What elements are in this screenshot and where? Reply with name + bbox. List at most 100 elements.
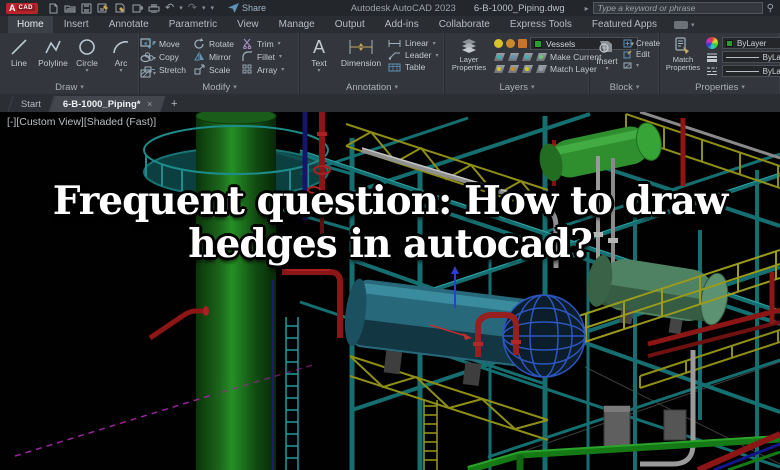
tab-express-tools[interactable]: Express Tools bbox=[501, 16, 581, 33]
layer-tool-icon[interactable] bbox=[536, 53, 547, 61]
layer-tool-icon[interactable] bbox=[494, 65, 505, 73]
layer-tool-icon[interactable] bbox=[522, 53, 533, 61]
mirror-button[interactable]: Mirror bbox=[194, 51, 234, 62]
layer-lock-icon[interactable] bbox=[518, 39, 527, 48]
search-icon[interactable]: ⚲ bbox=[767, 3, 774, 14]
search-input[interactable] bbox=[592, 2, 763, 14]
new-file-icon[interactable] bbox=[48, 3, 59, 14]
panel-properties: Match Properties ByLayer ByLa ByLa Prope… bbox=[660, 33, 780, 94]
scale-button[interactable]: Scale bbox=[194, 64, 234, 75]
linear-button[interactable]: Linear ▾ bbox=[388, 38, 438, 48]
share-button[interactable]: Share bbox=[227, 3, 266, 13]
export-icon[interactable] bbox=[131, 3, 143, 14]
panel-label-annotation[interactable]: Annotation ▾ bbox=[300, 80, 444, 94]
tab-active-drawing[interactable]: 6-B-1000_Piping* × bbox=[49, 96, 166, 112]
circle-button[interactable]: Circle ▾ bbox=[72, 36, 102, 80]
layer-tool-icon[interactable] bbox=[536, 65, 547, 73]
dimension-button[interactable]: Dimension bbox=[338, 36, 384, 80]
close-tab-icon[interactable]: × bbox=[147, 99, 152, 109]
tab-view[interactable]: View bbox=[228, 16, 268, 33]
autocad-logo[interactable]: A CAD bbox=[6, 2, 38, 14]
trim-icon bbox=[243, 38, 252, 49]
edit-block-button[interactable]: Edit bbox=[623, 50, 660, 59]
qat-customize-icon[interactable]: ▾ bbox=[210, 4, 214, 12]
open-icon[interactable] bbox=[64, 3, 76, 14]
piping-3d-model[interactable] bbox=[0, 112, 780, 470]
ribbon-display-toggle[interactable]: ▾ bbox=[673, 16, 694, 33]
block-attributes-icon bbox=[623, 62, 632, 69]
layers-label: Layers bbox=[499, 81, 528, 93]
search-advance-icon[interactable]: ▸ bbox=[585, 4, 589, 13]
text-label: Text bbox=[311, 58, 327, 68]
lineweight-dropdown[interactable]: ByLayer bbox=[722, 51, 780, 63]
layer-tool-icon[interactable] bbox=[522, 65, 533, 73]
create-block-button[interactable]: Create bbox=[623, 39, 660, 48]
viewport-view-control[interactable]: [Custom View] bbox=[16, 116, 84, 128]
save-icon[interactable] bbox=[81, 3, 92, 14]
fillet-button[interactable]: Fillet ▾ bbox=[242, 51, 284, 62]
properties-panel-caret-icon: ▾ bbox=[741, 84, 745, 91]
save-as-icon[interactable] bbox=[97, 3, 109, 14]
window-title: Autodesk AutoCAD 2023 6-B-1000_Piping.dw… bbox=[351, 3, 565, 14]
tab-annotate[interactable]: Annotate bbox=[100, 16, 158, 33]
line-button[interactable]: Line bbox=[4, 36, 34, 80]
leader-label: Leader bbox=[405, 50, 432, 60]
print-icon[interactable] bbox=[148, 3, 160, 14]
linetype-icon[interactable] bbox=[706, 66, 718, 76]
lineweight-icon[interactable] bbox=[706, 52, 718, 62]
redo-icon[interactable]: ↷ bbox=[188, 3, 197, 14]
tab-home[interactable]: Home bbox=[8, 16, 53, 33]
panel-label-block[interactable]: Block ▾ bbox=[590, 80, 659, 94]
tab-output[interactable]: Output bbox=[326, 16, 374, 33]
panel-label-properties[interactable]: Properties ▾ bbox=[660, 80, 780, 94]
color-wheel-icon[interactable] bbox=[706, 37, 718, 49]
redo-caret-icon[interactable]: ▾ bbox=[202, 4, 206, 12]
undo-caret-icon[interactable]: ▾ bbox=[179, 4, 183, 12]
arc-button[interactable]: Arc ▾ bbox=[106, 36, 136, 80]
text-button[interactable]: A Text ▾ bbox=[304, 36, 334, 80]
insert-button[interactable]: Insert ▾ bbox=[594, 36, 620, 80]
object-color-dropdown[interactable]: ByLayer bbox=[722, 37, 780, 49]
polyline-button[interactable]: Polyline bbox=[38, 36, 68, 80]
tab-add-ins[interactable]: Add-ins bbox=[376, 16, 428, 33]
draw-panel-caret-icon: ▾ bbox=[80, 84, 84, 91]
linetype-dropdown[interactable]: ByLayer bbox=[722, 65, 780, 77]
quick-access-toolbar: ↶ ▾ ↷ ▾ ▾ bbox=[48, 3, 214, 14]
tab-parametric[interactable]: Parametric bbox=[160, 16, 226, 33]
viewport-menu-control[interactable]: [-] bbox=[7, 116, 16, 128]
undo-icon[interactable]: ↶ bbox=[165, 3, 174, 14]
tab-manage[interactable]: Manage bbox=[270, 16, 324, 33]
copy-icon bbox=[144, 52, 154, 61]
layer-freeze-icon[interactable] bbox=[506, 39, 515, 48]
table-button[interactable]: Table bbox=[388, 62, 438, 72]
panel-label-modify[interactable]: Modify ▾ bbox=[140, 80, 299, 94]
panel-draw: Line Polyline Circle ▾ Arc ▾ ▾ ▾ ▾ Draw … bbox=[0, 33, 156, 94]
tab-start[interactable]: Start bbox=[7, 96, 55, 112]
trim-button[interactable]: Trim ▾ bbox=[242, 38, 284, 49]
rotate-button[interactable]: Rotate bbox=[194, 38, 234, 49]
move-button[interactable]: Move bbox=[144, 38, 186, 49]
tab-featured-apps[interactable]: Featured Apps bbox=[583, 16, 666, 33]
leader-button[interactable]: Leader ▾ bbox=[388, 50, 438, 60]
tab-collaborate[interactable]: Collaborate bbox=[430, 16, 499, 33]
match-properties-button[interactable]: Match Properties bbox=[664, 36, 702, 80]
layer-properties-button[interactable]: Layer Properties bbox=[449, 36, 489, 80]
new-drawing-tab-button[interactable]: + bbox=[163, 96, 185, 112]
block-attributes-button[interactable]: ▾ bbox=[623, 61, 660, 70]
copy-button[interactable]: Copy bbox=[144, 51, 186, 62]
array-button[interactable]: Array ▾ bbox=[242, 64, 284, 75]
layer-tool-icon[interactable] bbox=[508, 53, 519, 61]
insert-icon bbox=[599, 41, 612, 53]
file-tab-bar: Start 6-B-1000_Piping* × + bbox=[0, 94, 780, 112]
panel-label-draw[interactable]: Draw ▾ bbox=[0, 80, 139, 94]
layer-tool-icon[interactable] bbox=[508, 65, 519, 73]
stretch-button[interactable]: Stretch bbox=[144, 64, 186, 75]
plot-icon[interactable] bbox=[114, 3, 126, 14]
array-caret-icon: ▾ bbox=[281, 67, 285, 73]
drawing-viewport[interactable]: [-] [Custom View] [Shaded (Fast)] Freque… bbox=[0, 112, 780, 470]
layer-on-icon[interactable] bbox=[494, 39, 503, 48]
panel-label-layers[interactable]: Layers ▾ bbox=[445, 80, 589, 94]
layer-tool-icon[interactable] bbox=[494, 53, 505, 61]
tab-insert[interactable]: Insert bbox=[55, 16, 98, 33]
viewport-visual-style-control[interactable]: [Shaded (Fast)] bbox=[84, 116, 156, 128]
